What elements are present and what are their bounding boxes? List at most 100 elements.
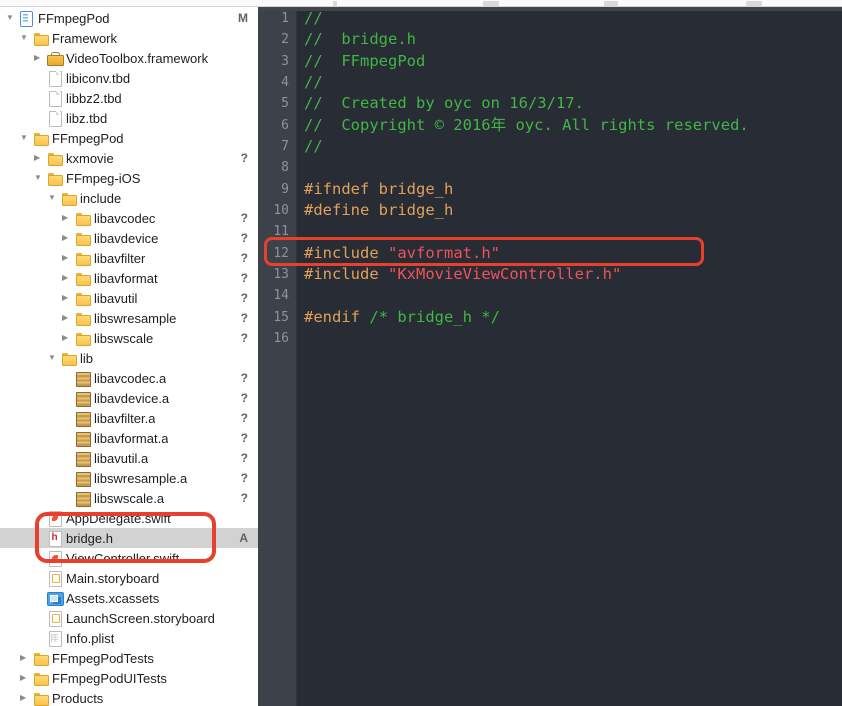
sidebar-item-products[interactable]: ▶ Products	[0, 688, 258, 706]
sidebar-item-libswscale[interactable]: ▶ libswscale?	[0, 328, 258, 348]
sidebar-item-ffmpegpodtests[interactable]: ▶ FFmpegPodTests	[0, 648, 258, 668]
disclosure-triangle-icon[interactable]: ▶	[62, 328, 75, 348]
sidebar-item-libavformat-a[interactable]: libavformat.a?	[0, 428, 258, 448]
sidebar-item-libavutil[interactable]: ▶ libavutil?	[0, 288, 258, 308]
sidebar-item-libswresample[interactable]: ▶ libswresample?	[0, 308, 258, 328]
sidebar-item-libswscale-a[interactable]: libswscale.a?	[0, 488, 258, 508]
disclosure-triangle-icon[interactable]: ▼	[6, 8, 19, 28]
static-library-icon	[75, 411, 91, 427]
sidebar-item-libavdevice-a[interactable]: libavdevice.a?	[0, 388, 258, 408]
disclosure-triangle-icon[interactable]: ▶	[62, 268, 75, 288]
sidebar-item-libavfilter-a[interactable]: libavfilter.a?	[0, 408, 258, 428]
sidebar-item-ffmpegpod[interactable]: ▼ FFmpegPod M	[0, 8, 258, 28]
sidebar-item-bridge-h[interactable]: bridge.h A	[0, 528, 258, 548]
code-line[interactable]: 13 #include "KxMovieViewController.h"	[258, 264, 842, 285]
code-line[interactable]: 2 // bridge.h	[258, 29, 842, 50]
status-badge: ?	[240, 231, 248, 245]
code-line[interactable]: 6 // Copyright © 2016年 oyc. All rights re…	[258, 115, 842, 136]
sidebar-item-ffmpegpoduitests[interactable]: ▶ FFmpegPodUITests	[0, 668, 258, 688]
sidebar-item-libavutil-a[interactable]: libavutil.a?	[0, 448, 258, 468]
sidebar-item-main-storyboard[interactable]: Main.storyboard	[0, 568, 258, 588]
code-line[interactable]: 1 //	[258, 8, 842, 29]
disclosure-triangle-icon[interactable]: ▶	[20, 688, 33, 706]
sidebar-item-libavcodec-a[interactable]: libavcodec.a?	[0, 368, 258, 388]
sidebar-item-label: LaunchScreen.storyboard	[66, 610, 215, 626]
status-badge: ?	[240, 431, 248, 445]
token-string: "KxMovieViewController.h"	[388, 265, 622, 284]
sidebar-item-libz-tbd[interactable]: libz.tbd	[0, 108, 258, 128]
code-line[interactable]: 3 // FFmpegPod	[258, 51, 842, 72]
disclosure-triangle-icon[interactable]: ▶	[34, 148, 47, 168]
jumpbar-fragment	[333, 1, 337, 6]
source-editor[interactable]: 1 // 2 // bridge.h 3 // FFmpegPod 4 // 5 // Creat…	[258, 7, 842, 706]
disclosure-triangle-icon[interactable]: ▶	[62, 228, 75, 248]
sidebar-item-libavcodec[interactable]: ▶ libavcodec?	[0, 208, 258, 228]
sidebar-item-libbz2-tbd[interactable]: libbz2.tbd	[0, 88, 258, 108]
token-comment: // Copyright © 2016年 oyc. All rights res…	[304, 115, 749, 134]
code-line[interactable]: 9 #ifndef bridge_h	[258, 179, 842, 200]
status-badge: ?	[240, 251, 248, 265]
disclosure-triangle-icon[interactable]: ▶	[62, 288, 75, 308]
sidebar-item-appdelegate-swift[interactable]: AppDelegate.swift	[0, 508, 258, 528]
code-line-text: #ifndef bridge_h	[304, 179, 453, 200]
disclosure-triangle-icon[interactable]: ▼	[48, 348, 61, 368]
sidebar-item-framework[interactable]: ▼ Framework	[0, 28, 258, 48]
sidebar-item-kxmovie[interactable]: ▶ kxmovie?	[0, 148, 258, 168]
disclosure-triangle-icon[interactable]: ▼	[34, 168, 47, 188]
code-line[interactable]: 15 #endif /* bridge_h */	[258, 307, 842, 328]
line-number: 16	[273, 331, 289, 347]
sidebar-item-label: FFmpegPodTests	[52, 650, 154, 666]
sidebar-item-libswresample-a[interactable]: libswresample.a?	[0, 468, 258, 488]
status-badge: M	[238, 11, 248, 25]
code-line[interactable]: 7 //	[258, 136, 842, 157]
code-line[interactable]: 8	[258, 157, 842, 178]
token-comment: //	[304, 9, 323, 27]
sidebar-item-viewcontroller-swift[interactable]: ViewController.swift	[0, 548, 258, 568]
folder-icon	[33, 651, 49, 666]
sidebar-item-libavfilter[interactable]: ▶ libavfilter?	[0, 248, 258, 268]
code-line[interactable]: 10 #define bridge_h	[258, 200, 842, 221]
sidebar-item-label: libiconv.tbd	[66, 70, 131, 86]
swift-file-icon	[47, 550, 62, 567]
sidebar-item-assets-xcassets[interactable]: Assets.xcassets	[0, 588, 258, 608]
sidebar-item-libavformat[interactable]: ▶ libavformat?	[0, 268, 258, 288]
code-line[interactable]: 5 // Created by oyc on 16/3/17.	[258, 93, 842, 114]
sidebar-item-label: libswscale	[94, 330, 154, 346]
disclosure-triangle-icon[interactable]: ▶	[62, 308, 75, 328]
line-number: 13	[273, 267, 289, 283]
sidebar-item-launchscreen-storyboard[interactable]: LaunchScreen.storyboard	[0, 608, 258, 628]
disclosure-triangle-icon[interactable]: ▶	[62, 248, 75, 268]
disclosure-triangle-icon[interactable]: ▶	[34, 48, 47, 68]
disclosure-triangle-icon[interactable]: ▶	[20, 668, 33, 688]
code-line[interactable]: 12 #include "avformat.h"	[258, 243, 842, 264]
disclosure-triangle-icon[interactable]: ▼	[48, 188, 61, 208]
token-comment: // Created by oyc on 16/3/17.	[304, 94, 584, 113]
token-string: "avformat.h"	[388, 243, 500, 262]
sidebar-item-info-plist[interactable]: Info.plist	[0, 628, 258, 648]
sidebar-item-label: Framework	[52, 30, 118, 46]
sidebar-item-label: libswresample	[94, 310, 177, 326]
sidebar-item-libiconv-tbd[interactable]: libiconv.tbd	[0, 68, 258, 88]
code-line[interactable]: 14	[258, 285, 842, 306]
sidebar-item-videotoolbox-framework[interactable]: ▶ VideoToolbox.framework	[0, 48, 258, 68]
sidebar-item-label: VideoToolbox.framework	[66, 50, 209, 66]
folder-icon	[75, 231, 91, 246]
disclosure-triangle-icon[interactable]: ▼	[20, 28, 33, 48]
code-area[interactable]: 1 // 2 // bridge.h 3 // FFmpegPod 4 // 5 // Creat…	[258, 8, 842, 350]
disclosure-triangle-icon[interactable]: ▶	[62, 208, 75, 228]
code-line[interactable]: 16	[258, 328, 842, 349]
token-comment: /* bridge_h */	[369, 307, 500, 326]
code-line[interactable]: 4 //	[258, 72, 842, 93]
storyboard-icon	[47, 610, 62, 627]
sidebar-item-lib[interactable]: ▼ lib	[0, 348, 258, 368]
sidebar-item-libavdevice[interactable]: ▶ libavdevice?	[0, 228, 258, 248]
sidebar-item-ffmpegpod[interactable]: ▼ FFmpegPod	[0, 128, 258, 148]
code-line[interactable]: 11	[258, 221, 842, 242]
sidebar-item-include[interactable]: ▼ include	[0, 188, 258, 208]
disclosure-triangle-icon[interactable]: ▼	[20, 128, 33, 148]
sidebar-item-ffmpeg-ios[interactable]: ▼ FFmpeg-iOS	[0, 168, 258, 188]
disclosure-triangle-icon[interactable]: ▶	[20, 648, 33, 668]
project-navigator[interactable]: ▼ FFmpegPod M ▼ Framework ▶ VideoToolbox.frame…	[0, 8, 258, 706]
line-number: 9	[281, 181, 289, 197]
line-number: 2	[281, 32, 289, 48]
